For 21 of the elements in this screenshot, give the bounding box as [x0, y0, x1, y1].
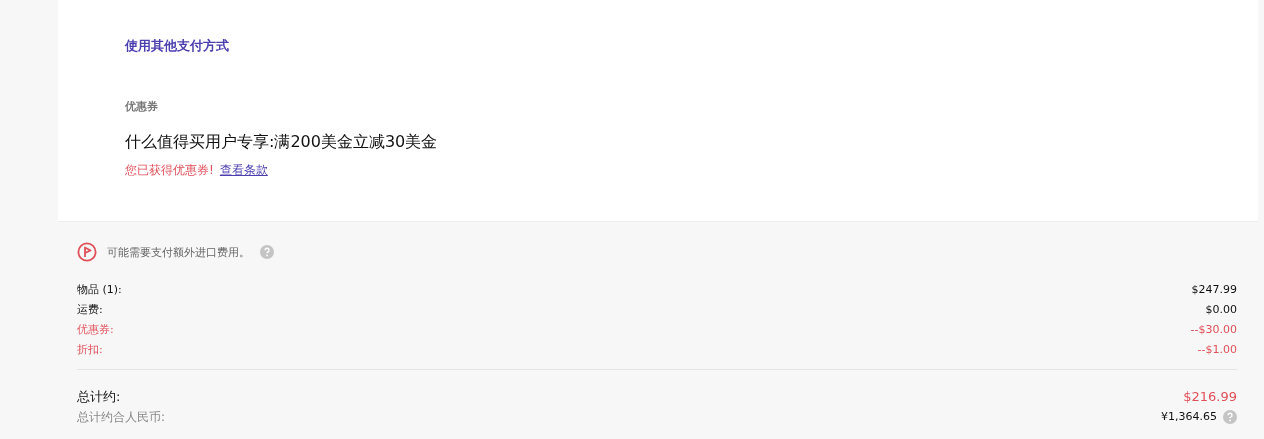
- import-fee-notice: 可能需要支付额外进口费用。: [107, 244, 250, 260]
- section-label: 优惠券: [125, 99, 158, 114]
- total-cny-amount: ¥1,364.65: [1161, 409, 1217, 425]
- coupon-title: 什么值得买用户专享:满200美金立减30美金: [125, 132, 438, 153]
- line-label: 折扣:: [77, 342, 103, 358]
- line-label: 优惠券:: [77, 322, 114, 338]
- line-label: 物品 (1):: [77, 282, 122, 298]
- total-label: 总计约:: [77, 388, 121, 406]
- coupon-status: 您已获得优惠券!: [125, 162, 214, 179]
- other-payment-link[interactable]: 使用其他支付方式: [125, 37, 229, 55]
- help-icon[interactable]: [260, 245, 274, 259]
- line-amount: $0.00: [1205, 302, 1237, 318]
- total-cny-label: 总计约合人民币:: [77, 409, 166, 426]
- line-amount: --$1.00: [1197, 342, 1237, 358]
- line-amount: $247.99: [1191, 282, 1237, 298]
- line-label: 运费:: [77, 302, 103, 318]
- line-amount: --$30.00: [1190, 322, 1237, 338]
- help-icon[interactable]: [1223, 410, 1237, 424]
- flag-icon: [77, 242, 97, 262]
- terms-link[interactable]: 查看条款: [219, 162, 268, 179]
- total-amount: $216.99: [1183, 388, 1237, 406]
